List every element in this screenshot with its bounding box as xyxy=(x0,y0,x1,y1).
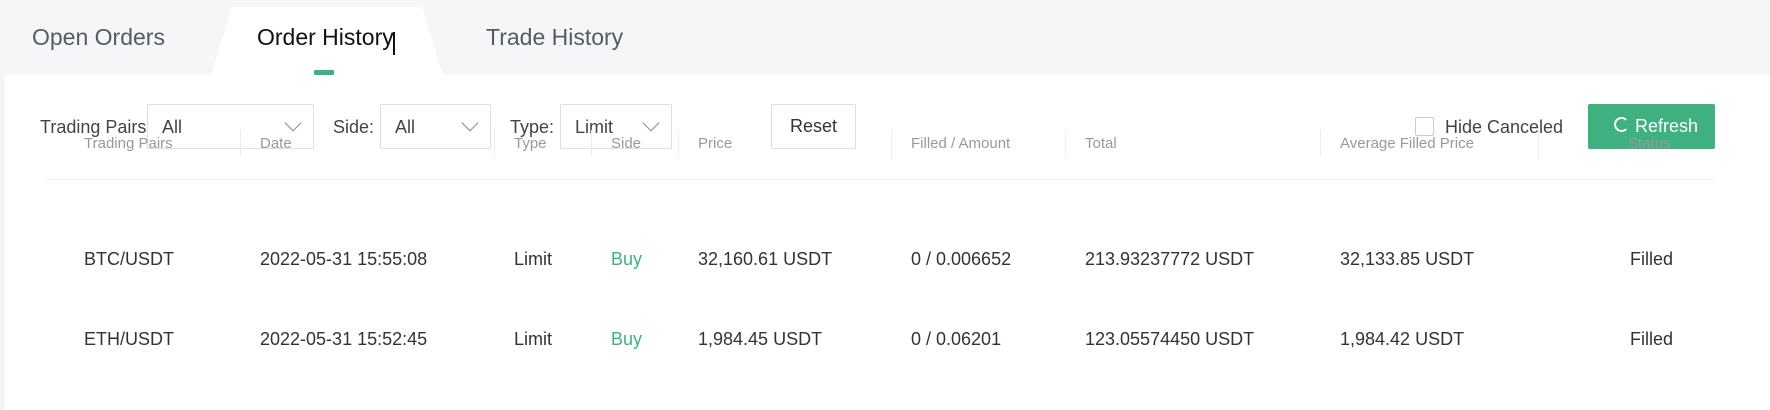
column-separator xyxy=(494,130,495,157)
side-select[interactable]: All xyxy=(380,104,491,149)
hide-canceled-checkbox[interactable] xyxy=(1415,117,1434,136)
cell-status: Filled xyxy=(1630,329,1674,349)
cell-side: Buy xyxy=(611,249,643,269)
chevron-down-icon xyxy=(284,114,302,132)
column-separator xyxy=(1320,130,1321,157)
cell-date: 2022-05-31 15:52:45 xyxy=(260,329,428,349)
filter-bar: Trading Pairs: All Side: All Type: Limit… xyxy=(5,75,1770,180)
side-label: Side: xyxy=(333,117,375,137)
cell-status: Filled xyxy=(1630,249,1674,269)
column-separator xyxy=(240,130,241,157)
tab-trade-history[interactable]: Trade History xyxy=(486,24,623,51)
column-separator xyxy=(678,130,679,157)
chevron-down-icon xyxy=(461,114,479,132)
cell-total: 123.05574450 USDT xyxy=(1085,329,1255,349)
header-price: Price xyxy=(698,135,733,152)
reset-button[interactable]: Reset xyxy=(771,104,856,149)
tab-open-orders[interactable]: Open Orders xyxy=(32,24,165,51)
cell-date: 2022-05-31 15:55:08 xyxy=(260,249,428,269)
cell-trading-pair: ETH/USDT xyxy=(84,329,174,349)
header-side: Side xyxy=(611,135,642,152)
cell-average-filled-price: 32,133.85 USDT xyxy=(1340,249,1475,269)
header-trading-pairs: Trading Pairs xyxy=(84,135,173,152)
header-type: Type xyxy=(514,135,547,152)
cell-average-filled-price: 1,984.42 USDT xyxy=(1340,329,1465,349)
refresh-label: Refresh xyxy=(1635,116,1699,136)
cell-filled-amount: 0 / 0.06201 xyxy=(911,329,1002,349)
cell-filled-amount: 0 / 0.006652 xyxy=(911,249,1012,269)
divider xyxy=(45,179,1715,180)
cell-type: Limit xyxy=(514,329,553,349)
tab-bar: Open Orders Order History Trade History xyxy=(5,0,1770,75)
column-separator xyxy=(1538,130,1539,157)
cell-side: Buy xyxy=(611,329,643,349)
order-panel: Open Orders Order History Trade History … xyxy=(5,0,1770,410)
type-value: Limit xyxy=(575,117,614,137)
column-separator xyxy=(1065,130,1066,157)
chevron-down-icon xyxy=(642,114,660,132)
side-value: All xyxy=(395,117,416,137)
header-date: Date xyxy=(260,135,292,152)
cell-type: Limit xyxy=(514,249,553,269)
cell-price: 32,160.61 USDT xyxy=(698,249,833,269)
tab-order-history[interactable]: Order History xyxy=(257,24,394,51)
cell-price: 1,984.45 USDT xyxy=(698,329,823,349)
column-separator xyxy=(591,130,592,157)
text-cursor xyxy=(393,32,395,55)
refresh-icon xyxy=(1614,117,1629,132)
header-filled-amount: Filled / Amount xyxy=(911,135,1011,152)
column-separator xyxy=(891,130,892,157)
cell-total: 213.93237772 USDT xyxy=(1085,249,1255,269)
order-history-content: Trading Pairs: All Side: All Type: Limit… xyxy=(5,75,1770,410)
header-average-filled-price: Average Filled Price xyxy=(1340,135,1474,152)
header-status: Status xyxy=(1628,135,1671,152)
cell-trading-pair: BTC/USDT xyxy=(84,249,174,269)
header-total: Total xyxy=(1085,135,1117,152)
